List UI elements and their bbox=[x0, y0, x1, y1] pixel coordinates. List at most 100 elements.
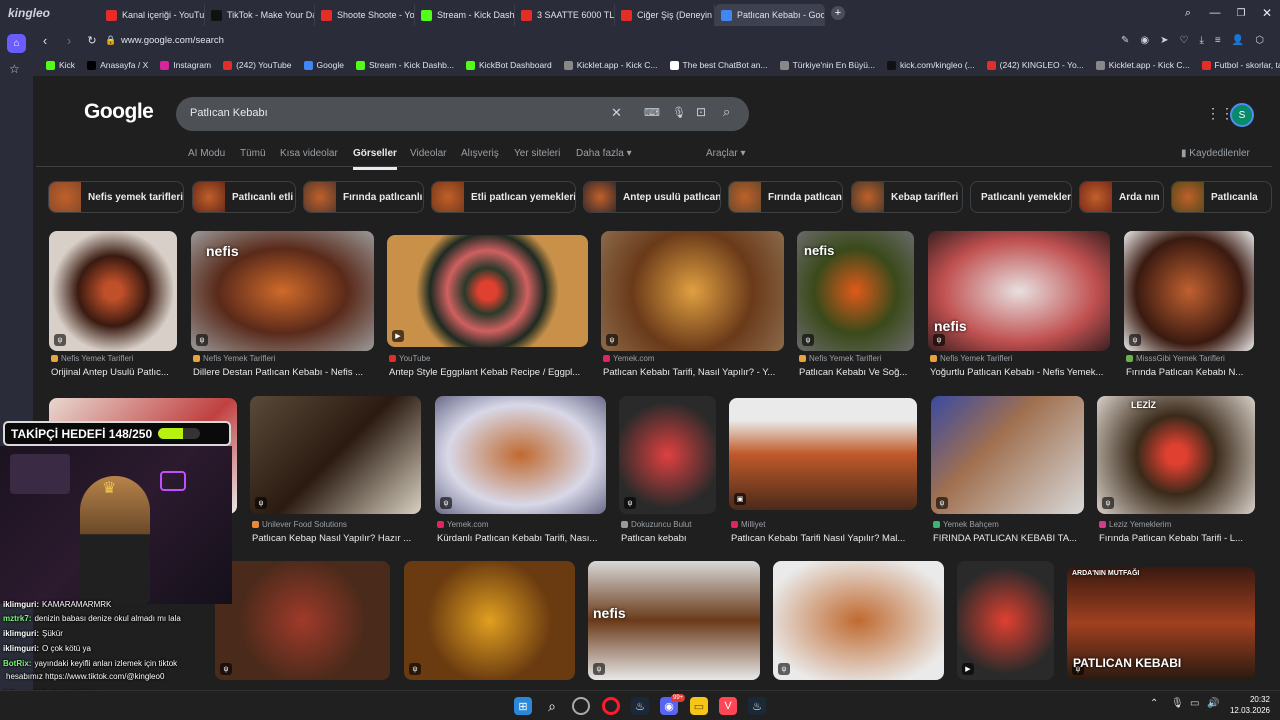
back-button[interactable]: ‹ bbox=[33, 33, 57, 48]
search-icon[interactable]: ⌕ bbox=[723, 104, 730, 120]
keyboard-icon[interactable]: ⌨ bbox=[644, 106, 660, 119]
bookmark-item[interactable]: Stream - Kick Dashb... bbox=[351, 60, 459, 70]
saved-button[interactable]: ▮ Kaydedilenler bbox=[1181, 148, 1250, 159]
bookmark-item[interactable]: (242) YouTube bbox=[218, 60, 296, 70]
address-bar[interactable]: www.google.com/search bbox=[121, 35, 1021, 46]
result-title[interactable]: Antep Style Eggplant Kebab Recipe / Eggp… bbox=[389, 367, 596, 378]
browser-tab[interactable]: Stream - Kick Dashboard bbox=[415, 4, 515, 26]
avatar[interactable]: S bbox=[1230, 103, 1254, 127]
camera-icon[interactable]: ◉ bbox=[1140, 35, 1149, 46]
result-image[interactable]: ψ bbox=[215, 561, 390, 680]
bookmark-item[interactable]: Kicklet.app - Kick C... bbox=[1091, 60, 1195, 70]
tab-tümü[interactable]: Tümü bbox=[240, 148, 266, 159]
folder-icon[interactable]: ▭ bbox=[690, 697, 708, 715]
filter-chip[interactable]: Patlıcanlı etli bbox=[192, 181, 296, 213]
result-image[interactable]: ψ bbox=[619, 396, 716, 514]
filter-chip[interactable]: Patlıcanlı yemekler bbox=[970, 181, 1072, 213]
filter-chip[interactable]: Kebap tarifleri bbox=[851, 181, 963, 213]
star-icon[interactable]: ☆ bbox=[9, 62, 20, 76]
reload-button[interactable]: ↻ bbox=[81, 34, 103, 47]
lens-icon[interactable]: ⊡ bbox=[696, 105, 706, 119]
result-title[interactable]: Patlıcan Kebap Nasıl Yapılır? Hazır ... bbox=[252, 533, 431, 544]
clear-icon[interactable]: ✕ bbox=[611, 105, 622, 121]
minimize-button[interactable]: — bbox=[1202, 7, 1228, 19]
result-image[interactable]: ψ bbox=[931, 396, 1084, 514]
extension-icon[interactable]: ⬡ bbox=[1255, 35, 1264, 46]
filter-chip[interactable]: Etli patlıcan yemekleri bbox=[431, 181, 576, 213]
search-icon[interactable]: ⌕ bbox=[543, 697, 561, 715]
download-icon[interactable]: ⤓ bbox=[1199, 35, 1203, 46]
result-title[interactable]: FIRINDA PATLICAN KEBABI TA... bbox=[933, 533, 1094, 544]
result-title[interactable]: Patlıcan Kebabı Tarifi Nasıl Yapılır? Ma… bbox=[731, 533, 927, 544]
clock[interactable]: 20:32 12.03.2026 bbox=[1226, 695, 1270, 715]
bookmark-item[interactable]: Türkiye'nin En Büyü... bbox=[775, 60, 880, 70]
result-title[interactable]: Yoğurtlu Patlıcan Kebabı - Nefis Yemek..… bbox=[930, 367, 1118, 378]
result-title[interactable]: Fırında Patlıcan Kebabı Tarifi - L... bbox=[1099, 533, 1265, 544]
result-image[interactable]: ψ bbox=[49, 231, 177, 351]
result-image[interactable]: ψ bbox=[404, 561, 575, 680]
search-input[interactable]: Patlıcan Kebabı bbox=[190, 107, 268, 119]
new-tab-button[interactable]: + bbox=[831, 6, 845, 20]
mic-icon[interactable]: 🎙 bbox=[672, 106, 686, 119]
result-image[interactable]: ▶ bbox=[387, 235, 588, 347]
result-image[interactable]: ψ bbox=[773, 561, 944, 680]
result-title[interactable]: Patlıcan Kebabı Ve Soğ... bbox=[799, 367, 922, 378]
network-icon[interactable]: ▭ bbox=[1190, 698, 1199, 709]
browser-tab[interactable]: Shoote Shoote - YouTube bbox=[315, 4, 415, 26]
google-logo[interactable]: Google bbox=[84, 100, 154, 124]
close-window-button[interactable]: ✕ bbox=[1254, 6, 1280, 20]
bookmark-item[interactable]: KickBot Dashboard bbox=[461, 60, 557, 70]
forward-button[interactable]: › bbox=[57, 33, 81, 48]
bookmark-item[interactable]: The best ChatBot an... bbox=[665, 60, 773, 70]
filter-chip[interactable]: Fırında patlıcanlı bbox=[303, 181, 424, 213]
maximize-button[interactable]: ❐ bbox=[1228, 8, 1254, 19]
result-image[interactable]: ψ bbox=[435, 396, 606, 514]
result-image[interactable]: ψ bbox=[1097, 396, 1255, 514]
tab-videolar[interactable]: Videolar bbox=[410, 148, 447, 159]
browser-tab[interactable]: Kanal içeriği - YouTube St bbox=[100, 4, 205, 26]
browser-tab[interactable]: Ciğer Şiş (Deneyin Pişman bbox=[615, 4, 715, 26]
home-icon[interactable]: ⌂ bbox=[7, 34, 26, 53]
result-title[interactable]: Orijinal Antep Usulü Patlıc... bbox=[51, 367, 185, 378]
profile-icon[interactable]: 👤 bbox=[1232, 35, 1244, 46]
search-box[interactable]: Patlıcan Kebabı ✕ ⌨ 🎙 ⊡ ⌕ bbox=[176, 97, 749, 131]
menu-icon[interactable]: ≡ bbox=[1215, 35, 1221, 46]
volume-icon[interactable]: 🔊 bbox=[1207, 698, 1219, 709]
filter-chip[interactable]: Patlıcanla bbox=[1171, 181, 1272, 213]
result-image[interactable]: ψ bbox=[250, 396, 421, 514]
start-icon[interactable]: ⊞ bbox=[514, 697, 532, 715]
bookmark-item[interactable]: Futbol - skorlar, tak... bbox=[1197, 60, 1280, 70]
tab-daha-fazla[interactable]: Daha fazla ▾ bbox=[576, 148, 632, 159]
opera-icon[interactable] bbox=[602, 697, 620, 715]
mic-icon[interactable]: 🎙 bbox=[1171, 698, 1184, 709]
tab-alışveriş[interactable]: Alışveriş bbox=[461, 148, 499, 159]
filter-chip[interactable]: Nefis yemek tarifleri bbox=[48, 181, 184, 213]
filter-chip[interactable]: Antep usulü patlıcan bbox=[583, 181, 721, 213]
send-icon[interactable]: ➤ bbox=[1160, 35, 1168, 46]
browser-tab[interactable]: Patlıcan Kebabı - Google bbox=[715, 4, 825, 26]
bookmark-item[interactable]: Google bbox=[299, 60, 349, 70]
result-title[interactable]: Dillere Destan Patlıcan Kebabı - Nefis .… bbox=[193, 367, 382, 378]
valorant-icon[interactable]: V bbox=[719, 697, 737, 715]
heart-icon[interactable]: ♡ bbox=[1180, 35, 1189, 46]
steam-icon[interactable]: ♨ bbox=[748, 697, 766, 715]
tray-chevron-icon[interactable]: ⌃ bbox=[1150, 698, 1158, 709]
result-title[interactable]: Fırında Patlıcan Kebabı N... bbox=[1126, 367, 1262, 378]
result-title[interactable]: Patlıcan Kebabı Tarifi, Nasıl Yapılır? -… bbox=[603, 367, 792, 378]
tools-button[interactable]: Araçlar ▾ bbox=[706, 148, 746, 159]
steam-icon[interactable]: ♨ bbox=[631, 697, 649, 715]
result-title[interactable]: Kürdanlı Patlıcan Kebabı Tarifi, Nası... bbox=[437, 533, 616, 544]
bookmark-item[interactable]: kick.com/kingleo (... bbox=[882, 60, 980, 70]
browser-tab[interactable]: TikTok - Make Your Day bbox=[205, 4, 315, 26]
filter-chip[interactable]: Arda nın bbox=[1079, 181, 1164, 213]
filter-chip[interactable]: Fırında patlıcan bbox=[728, 181, 843, 213]
bookmark-item[interactable]: Instagram bbox=[155, 60, 216, 70]
edit-icon[interactable]: ✎ bbox=[1121, 35, 1129, 46]
bookmark-item[interactable]: Kick bbox=[41, 60, 80, 70]
bookmark-item[interactable]: Kicklet.app - Kick C... bbox=[559, 60, 663, 70]
chrome-icon[interactable] bbox=[572, 697, 590, 715]
bookmark-item[interactable]: Anasayfa / X bbox=[82, 60, 153, 70]
result-image[interactable]: ψ bbox=[1124, 231, 1254, 351]
tab-yer-siteleri[interactable]: Yer siteleri bbox=[514, 148, 560, 159]
search-tabs-icon[interactable]: ⌕ bbox=[1174, 7, 1202, 20]
